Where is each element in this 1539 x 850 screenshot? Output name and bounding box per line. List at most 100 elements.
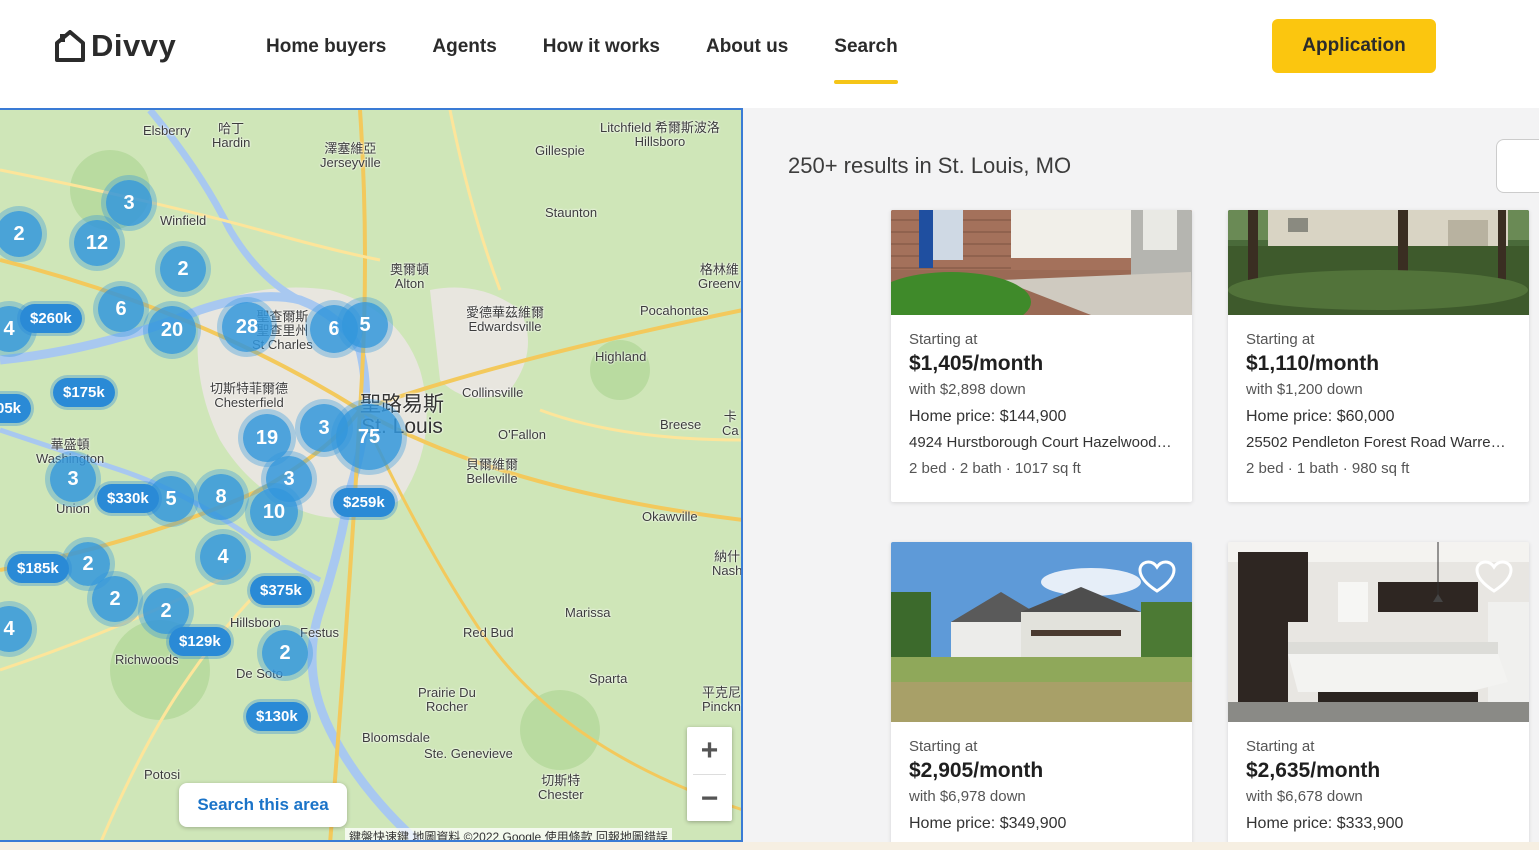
- map-cluster[interactable]: 3: [106, 180, 152, 226]
- place-label: 平克尼 Pinckn: [702, 685, 742, 714]
- place-label: Bloomsdale: [362, 730, 430, 745]
- map-cluster[interactable]: 2: [92, 576, 138, 622]
- monthly-price: $2,905/month: [909, 759, 1044, 782]
- map-cluster[interactable]: 5: [342, 302, 388, 348]
- listing-card[interactable]: Starting at $2,635/month with $6,678 dow…: [1228, 542, 1529, 842]
- page-bottom-edge: [0, 842, 1539, 850]
- down-payment: with $2,898 down: [909, 381, 1026, 398]
- home-price: Home price: $60,000: [1246, 408, 1395, 425]
- map-price-pin[interactable]: 05k: [0, 394, 32, 423]
- listing-photo[interactable]: [1228, 542, 1529, 722]
- map-cluster[interactable]: 19: [243, 414, 291, 462]
- monthly-price: $2,635/month: [1246, 759, 1381, 782]
- place-label: Union: [56, 501, 90, 516]
- zoom-out-button[interactable]: −: [687, 775, 732, 822]
- starting-at-label: Starting at: [1246, 331, 1315, 348]
- place-label: Gillespie: [535, 143, 585, 158]
- place-label: Staunton: [545, 205, 598, 220]
- map-cluster[interactable]: 2: [262, 630, 308, 676]
- listing-details: Starting at $1,110/month with $1,200 dow…: [1228, 315, 1529, 493]
- house-logo-icon: [55, 30, 85, 62]
- nav-search[interactable]: Search: [834, 36, 899, 84]
- place-label: 切斯特 Chester: [538, 773, 584, 802]
- zoom-in-button[interactable]: +: [687, 727, 732, 774]
- place-label: Hillsboro: [230, 615, 281, 630]
- favorite-heart-icon[interactable]: [1475, 560, 1513, 594]
- starting-at-label: Starting at: [909, 738, 978, 755]
- place-label: Red Bud: [463, 625, 514, 640]
- map-cluster[interactable]: 2: [160, 246, 206, 292]
- listing-photo[interactable]: [1228, 210, 1529, 315]
- results-count: 250+ results in St. Louis, MO: [788, 153, 1072, 178]
- listing-photo[interactable]: [891, 210, 1192, 315]
- map-cluster[interactable]: 6: [98, 286, 144, 332]
- listing-card[interactable]: Starting at $1,405/month with $2,898 dow…: [891, 210, 1192, 502]
- place-label: 哈丁 Hardin: [212, 121, 251, 150]
- down-payment: with $6,978 down: [909, 788, 1026, 805]
- map-cluster[interactable]: 10: [250, 488, 298, 536]
- site-header: Divvy Home buyers Agents How it works Ab…: [0, 0, 1539, 108]
- listing-details: Starting at $1,405/month with $2,898 dow…: [891, 315, 1192, 493]
- map-cluster[interactable]: 3: [50, 456, 96, 502]
- place-label: Collinsville: [462, 385, 524, 400]
- application-button[interactable]: Application: [1272, 19, 1436, 73]
- monthly-price: $1,405/month: [909, 352, 1044, 375]
- down-payment: with $1,200 down: [1246, 381, 1363, 398]
- nav-about-us[interactable]: About us: [706, 36, 788, 58]
- home-price: Home price: $144,900: [909, 408, 1067, 425]
- place-label: 奧爾頓 Alton: [390, 262, 430, 291]
- favorite-heart-icon[interactable]: [1138, 560, 1176, 594]
- listing-card[interactable]: Starting at $2,905/month with $6,978 dow…: [891, 542, 1192, 842]
- listing-photo[interactable]: [891, 542, 1192, 722]
- map-price-pin[interactable]: $330k: [97, 484, 159, 513]
- map-cluster[interactable]: 20: [148, 306, 196, 354]
- starting-at-label: Starting at: [1246, 738, 1315, 755]
- map-cluster[interactable]: 75: [336, 404, 402, 470]
- map-price-pin[interactable]: $130k: [246, 702, 308, 731]
- listing-card[interactable]: Starting at $1,110/month with $1,200 dow…: [1228, 210, 1529, 502]
- map-cluster[interactable]: 4: [200, 534, 246, 580]
- home-price: Home price: $349,900: [909, 815, 1067, 832]
- map-price-pin[interactable]: $185k: [7, 554, 69, 583]
- place-label: Prairie Du Rocher: [418, 685, 476, 714]
- nav-how-it-works[interactable]: How it works: [543, 36, 660, 58]
- search-this-area-button[interactable]: Search this area: [179, 783, 347, 827]
- map-price-pin[interactable]: $129k: [169, 627, 231, 656]
- nav-agents[interactable]: Agents: [432, 36, 496, 58]
- place-label: 貝爾維爾 Belleville: [466, 457, 519, 486]
- listing-specs: 2 bed · 2 bath · 1017 sq ft: [909, 460, 1081, 477]
- place-label: 愛德華茲維爾 Edwardsville: [466, 305, 545, 334]
- map-panel[interactable]: Elsberry 哈丁 Hardin 澤塞維亞 Jerseyville Gill…: [0, 108, 743, 842]
- listing-address: 25502 Pendleton Forest Road Warrenton, M…: [1246, 434, 1511, 451]
- nav-home-buyers[interactable]: Home buyers: [266, 36, 386, 58]
- map-cluster[interactable]: 12: [74, 220, 120, 266]
- listing-details: Starting at $2,905/month with $6,978 dow…: [891, 722, 1192, 842]
- place-label: 卡 Ca: [722, 409, 739, 438]
- place-label: Marissa: [565, 605, 611, 620]
- place-label: Breese: [660, 417, 702, 432]
- place-label: Ste. Genevieve: [424, 746, 513, 761]
- sort-dropdown[interactable]: [1496, 139, 1539, 193]
- home-price: Home price: $333,900: [1246, 815, 1404, 832]
- place-label: 格林維 Greenv: [698, 262, 741, 291]
- map-price-pin[interactable]: $375k: [250, 576, 312, 605]
- map-cluster[interactable]: 28: [222, 302, 272, 352]
- house-photo-brick: [891, 210, 1192, 315]
- place-label: Highland: [595, 349, 647, 364]
- map-price-pin[interactable]: $260k: [20, 304, 82, 333]
- brand-name: Divvy: [91, 28, 177, 63]
- monthly-price: $1,110/month: [1246, 352, 1380, 375]
- map-cluster[interactable]: 8: [198, 474, 244, 520]
- place-label: Potosi: [144, 767, 181, 782]
- place-label: Elsberry: [143, 123, 191, 138]
- place-label: Litchfield 希爾斯波洛 Hillsboro: [600, 120, 720, 149]
- place-label: 澤塞維亞 Jerseyville: [320, 141, 381, 170]
- map-price-pin[interactable]: $175k: [53, 378, 115, 407]
- divvy-logo[interactable]: Divvy: [55, 26, 176, 66]
- place-label: Richwoods: [115, 652, 179, 667]
- map-attribution[interactable]: 鍵盤快速鍵 地圖資料 ©2022 Google 使用條款 回報地圖錯誤: [345, 828, 672, 840]
- place-label: 切斯特菲爾德 Chesterfield: [210, 381, 289, 410]
- listing-specs: 2 bed · 1 bath · 980 sq ft: [1246, 460, 1410, 477]
- starting-at-label: Starting at: [909, 331, 978, 348]
- map-price-pin[interactable]: $259k: [333, 488, 395, 517]
